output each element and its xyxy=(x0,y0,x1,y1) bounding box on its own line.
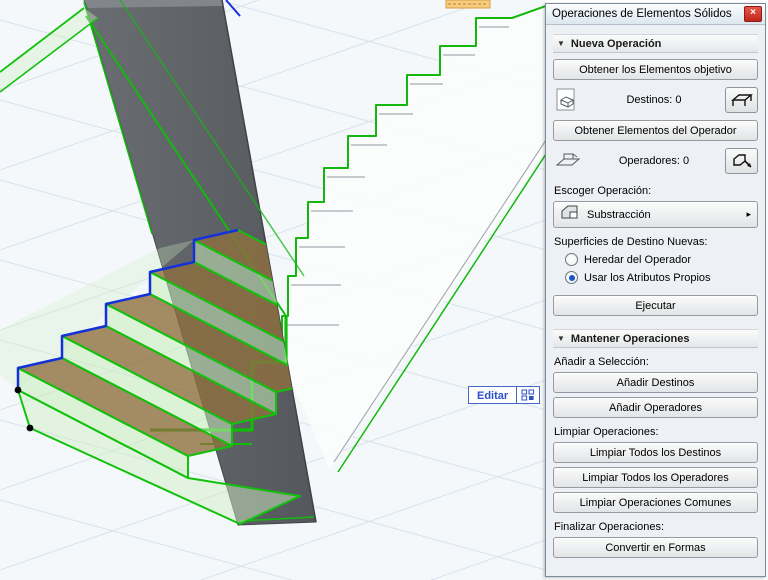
finalize-operations-label: Finalizar Operaciones: xyxy=(554,521,665,533)
add-operators-button[interactable]: Añadir Operadores xyxy=(553,397,758,418)
operators-row: Operadores: 0 xyxy=(553,145,758,177)
get-operators-button[interactable]: Obtener Elementos del Operador xyxy=(553,120,758,141)
collapse-triangle-icon: ▼ xyxy=(557,39,565,48)
operator-elements-icon xyxy=(553,148,583,174)
palette-title: Operaciones de Elementos Sólidos xyxy=(552,8,732,20)
hotspot-node xyxy=(26,424,34,432)
hotspot-node xyxy=(14,386,22,394)
add-selection-label: Añadir a Selección: xyxy=(554,356,649,368)
radio-inherit-label: Heredar del Operador xyxy=(584,253,692,266)
choose-operation-label: Escoger Operación: xyxy=(554,185,652,197)
surfaces-label: Superficies de Destino Nuevas: xyxy=(554,236,708,248)
close-icon[interactable]: × xyxy=(744,6,762,22)
solid-operations-palette: Operaciones de Elementos Sólidos × ▼ Nue… xyxy=(545,3,766,577)
section-header-mantener-operaciones[interactable]: ▼ Mantener Operaciones xyxy=(553,329,758,348)
pick-targets-tool-button[interactable] xyxy=(725,87,758,113)
viewport-3d-scene[interactable] xyxy=(0,0,546,580)
radio-inherit-operator[interactable]: Heredar del Operador xyxy=(565,251,758,268)
radio-icon xyxy=(565,271,578,284)
target-elements-icon xyxy=(553,87,583,113)
radio-icon xyxy=(565,253,578,266)
clear-operators-button[interactable]: Limpiar Todos los Operadores xyxy=(553,467,758,488)
pick-operators-tool-button[interactable] xyxy=(725,148,758,174)
targets-row: Destinos: 0 xyxy=(553,84,758,116)
convert-to-morph-button[interactable]: Convertir en Formas xyxy=(553,537,758,558)
pet-palette-icon[interactable] xyxy=(517,386,541,404)
operator-tool-icon xyxy=(732,154,752,168)
editar-tooltip[interactable]: Editar xyxy=(468,386,541,404)
execute-button[interactable]: Ejecutar xyxy=(553,295,758,316)
palette-body: ▼ Nueva Operación Obtener los Elementos … xyxy=(546,25,765,558)
targets-count: Destinos: 0 xyxy=(626,94,682,106)
section-title-nueva: Nueva Operación xyxy=(570,37,662,50)
subtraction-operation-icon xyxy=(560,204,580,225)
clear-operations-label: Limpiar Operaciones: xyxy=(554,426,659,438)
section-header-nueva-operacion[interactable]: ▼ Nueva Operación xyxy=(553,34,758,53)
add-targets-button[interactable]: Añadir Destinos xyxy=(553,372,758,393)
operation-value: Substracción xyxy=(587,208,651,221)
get-targets-button[interactable]: Obtener los Elementos objetivo xyxy=(553,59,758,80)
palette-titlebar[interactable]: Operaciones de Elementos Sólidos × xyxy=(546,4,765,25)
radio-own-attributes[interactable]: Usar los Atributos Propios xyxy=(565,269,758,286)
editar-label[interactable]: Editar xyxy=(468,386,518,404)
radio-own-label: Usar los Atributos Propios xyxy=(584,271,711,284)
submenu-arrow-icon: ▸ xyxy=(746,209,751,219)
application-window: Editar Operaciones de Elementos Sólidos … xyxy=(0,0,768,580)
target-tool-icon xyxy=(730,94,753,106)
marquee-fragment xyxy=(445,0,491,9)
clear-common-button[interactable]: Limpiar Operaciones Comunes xyxy=(553,492,758,513)
collapse-triangle-icon: ▼ xyxy=(557,334,565,343)
section-title-mantener: Mantener Operaciones xyxy=(570,332,690,345)
operators-count: Operadores: 0 xyxy=(618,155,690,167)
clear-targets-button[interactable]: Limpiar Todos los Destinos xyxy=(553,442,758,463)
operation-dropdown[interactable]: Substracción ▸ xyxy=(553,201,758,228)
